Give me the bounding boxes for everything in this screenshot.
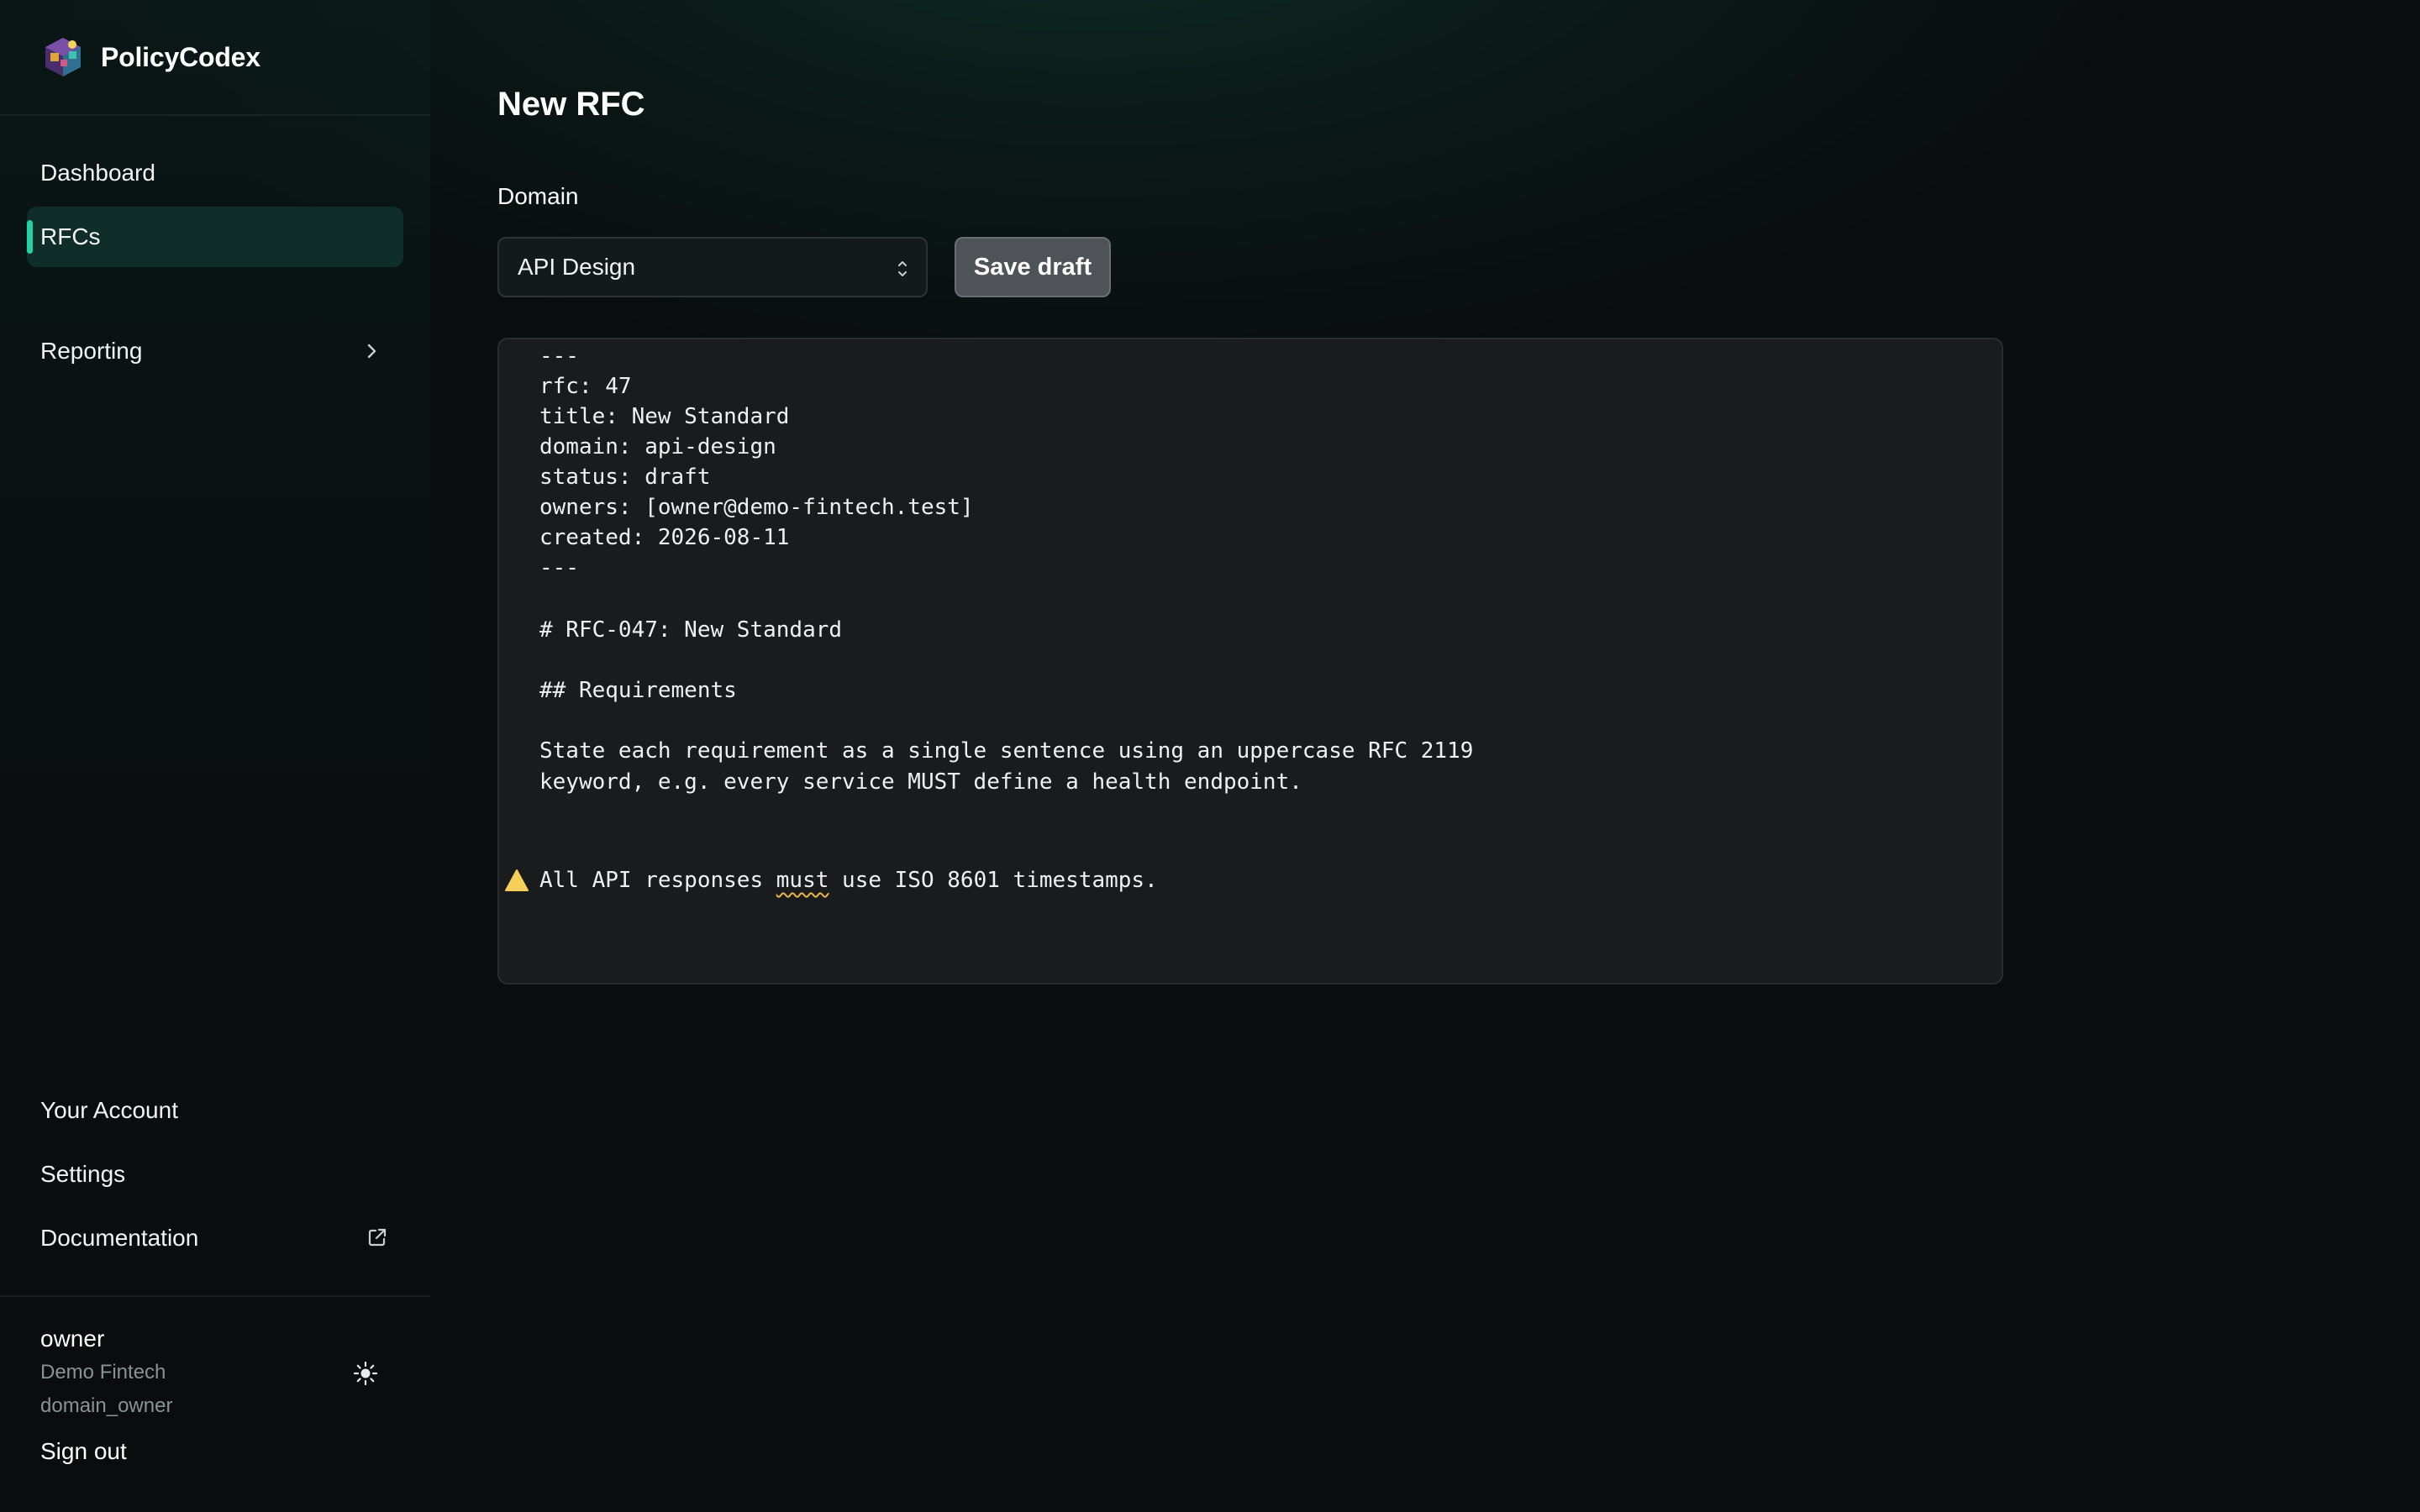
rfc-markdown-editor[interactable]: --- rfc: 47 title: New Standard domain: … xyxy=(497,338,2003,984)
warning-line-text: All API responses xyxy=(539,868,776,893)
editor-line: domain: api-design xyxy=(539,434,776,459)
sidebar-item-settings[interactable]: Settings xyxy=(27,1144,403,1205)
sidebar-item-label: Dashboard xyxy=(40,160,155,186)
app-name: PolicyCodex xyxy=(101,41,260,72)
editor-line: rfc: 47 xyxy=(539,374,632,399)
domain-select[interactable]: API Design xyxy=(497,237,928,297)
lint-flagged-word[interactable]: must xyxy=(776,868,829,893)
editor-line: status: draft xyxy=(539,465,711,490)
user-role: domain_owner xyxy=(40,1394,173,1417)
domain-select-value: API Design xyxy=(518,254,636,280)
editor-line: --- xyxy=(539,344,579,369)
editor-line: created: 2026-08-11 xyxy=(539,525,790,550)
sidebar-divider xyxy=(0,114,430,116)
editor-line: ## Requirements xyxy=(539,678,737,703)
sidebar-item-documentation[interactable]: Documentation xyxy=(27,1208,403,1268)
editor-line: keyword, e.g. every service MUST define … xyxy=(539,769,1302,795)
external-link-icon xyxy=(368,1228,387,1247)
page-title: New RFC xyxy=(497,86,645,123)
chevron-updown-icon xyxy=(898,261,907,276)
sidebar-item-reporting[interactable]: Reporting xyxy=(27,321,403,381)
sidebar-item-label: Documentation xyxy=(40,1225,199,1251)
sidebar-item-label: Settings xyxy=(40,1161,126,1187)
sidebar-item-rfcs[interactable]: RFCs xyxy=(27,207,403,267)
sidebar-item-label: Your Account xyxy=(40,1097,178,1123)
sign-out-link[interactable]: Sign out xyxy=(40,1438,127,1465)
editor-warning-line: All API responses must use ISO 8601 time… xyxy=(539,865,1158,895)
sidebar-item-label: RFCs xyxy=(40,223,101,249)
domain-label: Domain xyxy=(497,183,579,209)
editor-line: --- xyxy=(539,555,579,580)
warning-line-text: use ISO 8601 timestamps. xyxy=(829,868,1158,893)
editor-line: title: New Standard xyxy=(539,404,790,429)
editor-line: owners: [owner@demo-fintech.test] xyxy=(539,495,974,520)
warning-triangle-icon[interactable] xyxy=(504,869,529,892)
sidebar-item-dashboard[interactable]: Dashboard xyxy=(27,143,403,203)
policycodex-logo-icon xyxy=(45,38,81,76)
sidebar: PolicyCodex Dashboard RFCs Reporting You… xyxy=(0,0,430,1512)
save-draft-button[interactable]: Save draft xyxy=(955,237,1111,297)
user-name: owner xyxy=(40,1326,105,1352)
sidebar-item-label: Reporting xyxy=(40,338,143,364)
sidebar-divider xyxy=(0,1295,430,1297)
editor-line: State each requirement as a single sente… xyxy=(539,738,1474,764)
user-org: Demo Fintech xyxy=(40,1361,166,1383)
chevron-right-icon xyxy=(367,344,376,359)
sidebar-item-your-account[interactable]: Your Account xyxy=(27,1080,403,1141)
brand[interactable]: PolicyCodex xyxy=(40,34,260,81)
editor-line: # RFC-047: New Standard xyxy=(539,617,843,643)
sun-icon[interactable] xyxy=(351,1359,380,1388)
